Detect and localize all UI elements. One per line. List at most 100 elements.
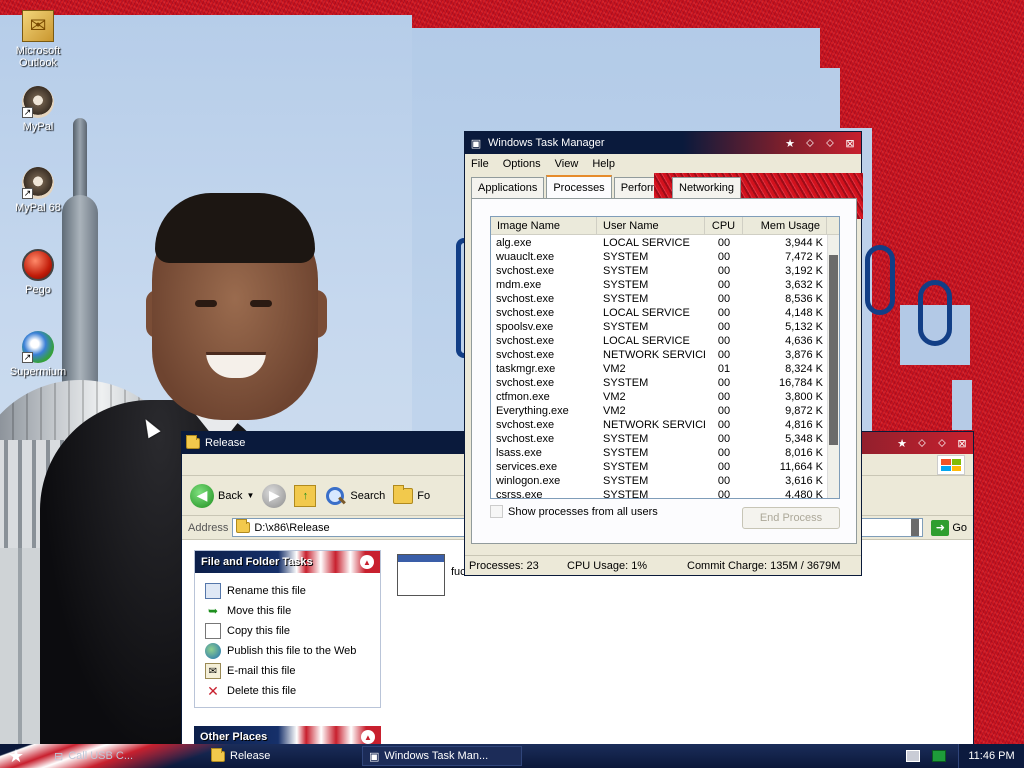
start-button[interactable]: ★ — [4, 745, 28, 767]
taskbar-task-task-manager[interactable]: ▣ Windows Task Man... — [362, 746, 522, 766]
folders-button[interactable]: Fo — [393, 484, 430, 504]
process-row[interactable]: mdm.exe SYSTEM 00 3,632 K — [491, 278, 828, 292]
forward-button[interactable]: ▶ — [262, 483, 287, 508]
address-dropdown-button[interactable] — [911, 519, 920, 536]
task-manager-tabs: Applications Processes Performan — [471, 175, 668, 198]
desktop-icon-supermium[interactable]: ↗ Supermium — [3, 331, 73, 378]
desktop-icon-label: MyPal — [22, 121, 54, 133]
process-user-name: SYSTEM — [603, 279, 649, 291]
wallpaper-sky — [952, 380, 972, 430]
folder-icon — [393, 484, 414, 504]
processes-panel: Image Name User Name CPU Mem Usage alg.e… — [471, 198, 857, 544]
file-folder-tasks-header[interactable]: File and Folder Tasks ▲ — [195, 551, 380, 573]
collapse-button[interactable]: ▲ — [360, 555, 374, 569]
process-row[interactable]: winlogon.exe SYSTEM 00 3,616 K — [491, 474, 828, 488]
process-row[interactable]: alg.exe LOCAL SERVICE 00 3,944 K — [491, 236, 828, 250]
publish-file-link[interactable]: Publish this file to the Web — [205, 641, 370, 661]
close-button[interactable]: ⊠ — [843, 136, 857, 150]
clock[interactable]: 11:46 PM — [958, 744, 1024, 768]
capitol-spire — [73, 118, 87, 203]
move-file-link[interactable]: ➥ Move this file — [205, 601, 370, 621]
supermium-icon: ↗ — [22, 331, 54, 363]
minimize-button[interactable]: ⬦ — [915, 436, 929, 450]
folder-up-icon: ↑ — [294, 484, 317, 507]
process-row[interactable]: wuauclt.exe SYSTEM 00 7,472 K — [491, 250, 828, 264]
file-folder-tasks-panel: File and Folder Tasks ▲ Rename this file… — [194, 550, 381, 708]
other-places-panel: Other Places ▲ — [194, 726, 381, 748]
process-mem-usage: 5,132 K — [785, 321, 823, 333]
tab-processes[interactable]: Processes — [546, 175, 612, 198]
email-icon: ✉ — [205, 663, 221, 679]
desktop-icon-outlook[interactable]: Microsoft Outlook — [3, 10, 73, 69]
status-cpu-usage: CPU Usage: 1% — [567, 559, 648, 572]
menu-file[interactable]: File — [471, 158, 489, 170]
file-item[interactable]: fuc — [397, 554, 466, 596]
process-row[interactable]: svchost.exe SYSTEM 00 5,348 K — [491, 432, 828, 446]
copy-file-link[interactable]: Copy this file — [205, 621, 370, 641]
desktop-icon-mypal[interactable]: ↗ MyPal — [3, 86, 73, 133]
taskbar-task-usb[interactable]: ⊟ Call USB C... — [48, 746, 158, 766]
column-cpu[interactable]: CPU — [705, 217, 743, 234]
process-mem-usage: 3,944 K — [785, 237, 823, 249]
maximize-button[interactable]: ⬦ — [935, 436, 949, 450]
process-row[interactable]: svchost.exe LOCAL SERVICE 00 4,636 K — [491, 334, 828, 348]
process-row[interactable]: Everything.exe VM2 00 9,872 K — [491, 404, 828, 418]
checkbox-box[interactable] — [490, 505, 503, 518]
process-row[interactable]: svchost.exe SYSTEM 00 8,536 K — [491, 292, 828, 306]
taskbar-task-release[interactable]: Release — [205, 746, 355, 766]
column-mem-usage[interactable]: Mem Usage — [743, 217, 827, 234]
process-row[interactable]: lsass.exe SYSTEM 00 8,016 K — [491, 446, 828, 460]
shortcut-arrow-icon: ↗ — [22, 107, 33, 118]
back-button[interactable]: ◀ Back ▼ — [190, 483, 254, 508]
process-row[interactable]: taskmgr.exe VM2 01 8,324 K — [491, 362, 828, 376]
network-icon[interactable] — [932, 750, 946, 762]
close-button[interactable]: ⊠ — [955, 436, 969, 450]
wallpaper-person-hair — [155, 193, 315, 263]
process-cpu: 00 — [717, 307, 731, 319]
process-row[interactable]: svchost.exe NETWORK SERVICE 00 4,816 K — [491, 418, 828, 432]
email-file-link[interactable]: ✉ E-mail this file — [205, 661, 370, 681]
desktop-icon-mypal68[interactable]: ↗ MyPal 68 — [3, 167, 73, 214]
process-image-name: ctfmon.exe — [496, 391, 550, 403]
process-row[interactable]: services.exe SYSTEM 00 11,664 K — [491, 460, 828, 474]
search-button[interactable]: Search — [324, 485, 385, 507]
chevron-down-icon[interactable]: ▼ — [246, 491, 254, 500]
maximize-button[interactable]: ⬦ — [823, 136, 837, 150]
taskbar: ★ ⊟ Call USB C... Release ▣ Windows Task… — [0, 744, 1024, 768]
process-row[interactable]: svchost.exe SYSTEM 00 3,192 K — [491, 264, 828, 278]
process-row[interactable]: ctfmon.exe VM2 00 3,800 K — [491, 390, 828, 404]
process-row[interactable]: svchost.exe SYSTEM 00 16,784 K — [491, 376, 828, 390]
keyboard-icon[interactable] — [906, 750, 920, 762]
desktop-icon-label: Supermium — [9, 366, 67, 378]
process-rows: alg.exe LOCAL SERVICE 00 3,944 Kwuauclt.exe… — [491, 236, 828, 498]
process-row[interactable]: svchost.exe NETWORK SERVICE 00 3,876 K — [491, 348, 828, 362]
go-button[interactable]: ➜ Go — [927, 519, 967, 536]
column-user-name[interactable]: User Name — [597, 217, 705, 234]
tab-networking[interactable]: Networking — [672, 177, 742, 198]
rename-file-link[interactable]: Rename this file — [205, 581, 370, 601]
process-row[interactable]: spoolsv.exe SYSTEM 00 5,132 K — [491, 320, 828, 334]
scrollbar-thumb[interactable] — [829, 255, 838, 445]
menu-view[interactable]: View — [555, 158, 579, 170]
end-process-button[interactable]: End Process — [742, 507, 840, 529]
desktop-icon-pego[interactable]: Pego — [3, 249, 73, 296]
menu-options[interactable]: Options — [503, 158, 541, 170]
process-list-scrollbar[interactable] — [827, 235, 839, 498]
up-button[interactable]: ↑ — [294, 484, 317, 507]
show-all-processes-checkbox[interactable]: Show processes from all users — [490, 505, 658, 518]
back-label: Back — [218, 489, 243, 502]
windows-logo-icon — [937, 455, 965, 475]
process-row[interactable]: svchost.exe LOCAL SERVICE 00 4,148 K — [491, 306, 828, 320]
process-row[interactable]: csrss.exe SYSTEM 00 4,480 K — [491, 488, 828, 498]
taskbar-task-label: Release — [230, 750, 271, 762]
delete-file-link[interactable]: ✕ Delete this file — [205, 681, 370, 701]
column-image-name[interactable]: Image Name — [491, 217, 597, 234]
minimize-button[interactable]: ⬦ — [803, 136, 817, 150]
tab-applications[interactable]: Applications — [471, 177, 545, 198]
process-list[interactable]: Image Name User Name CPU Mem Usage alg.e… — [490, 216, 840, 499]
process-user-name: VM2 — [603, 363, 626, 375]
collapse-button[interactable]: ▲ — [361, 730, 375, 744]
menu-help[interactable]: Help — [592, 158, 615, 170]
task-manager-titlebar[interactable]: ▣ Windows Task Manager ★ ⬦ ⬦ ⊠ — [465, 132, 861, 154]
desktop-icon-label: Pego — [25, 284, 51, 296]
